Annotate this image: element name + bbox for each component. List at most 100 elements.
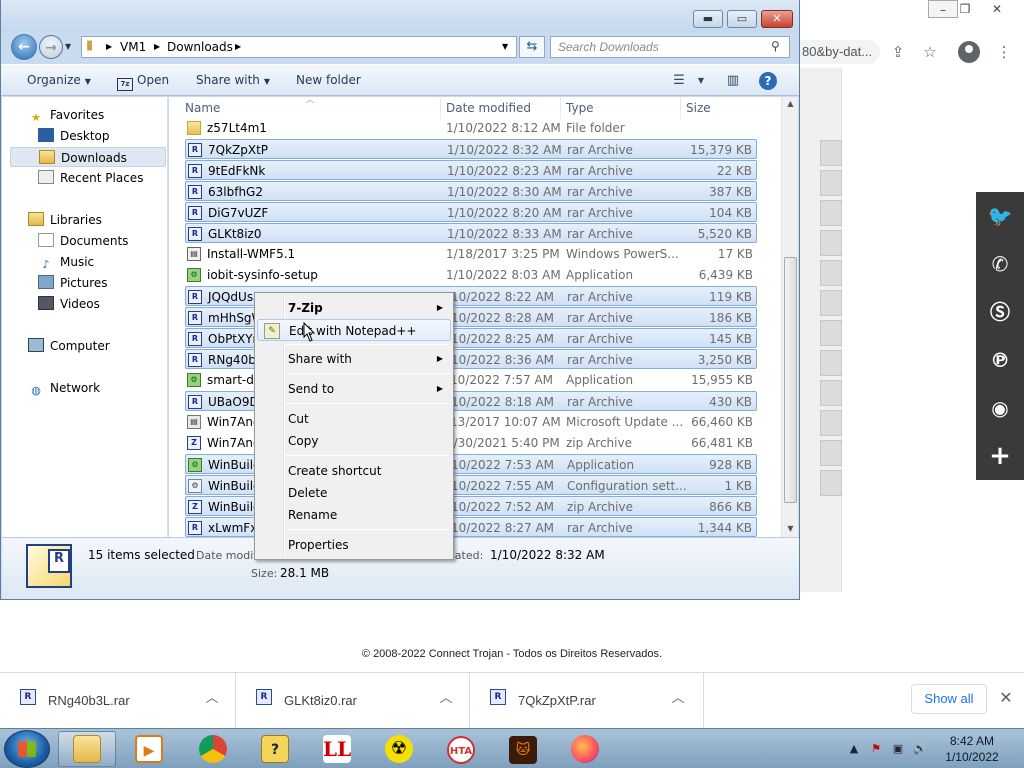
menu-item-rename[interactable]: Rename bbox=[257, 504, 451, 526]
breadcrumb-separator[interactable]: ▶ bbox=[106, 42, 112, 51]
videos-icon bbox=[38, 296, 54, 310]
search-input[interactable]: Search Downloads bbox=[550, 36, 790, 58]
profile-avatar[interactable] bbox=[958, 41, 980, 63]
forward-button[interactable]: → bbox=[39, 35, 63, 59]
close-icon[interactable]: ✕ bbox=[996, 688, 1016, 708]
column-divider[interactable] bbox=[440, 97, 441, 119]
file-row[interactable]: ▤ Install-WMF5.1 1/18/2017 3:25 PM Windows … bbox=[185, 244, 757, 264]
taskbar-cat-button[interactable]: 🐱 bbox=[494, 731, 552, 767]
minimize-button[interactable]: ▬ bbox=[693, 10, 723, 28]
twitter-icon[interactable]: 🐦 bbox=[976, 192, 1024, 240]
browser-close-button[interactable]: ✕ bbox=[982, 0, 1012, 18]
file-row[interactable]: R 63lbfhG2 1/10/2022 8:30 AM rar Archive 387… bbox=[185, 181, 757, 201]
volume-icon[interactable]: 🔊 bbox=[912, 741, 928, 757]
taskbar-radioactive-button[interactable]: ☢ bbox=[370, 731, 428, 767]
file-date: 1/18/2017 3:25 PM bbox=[446, 247, 560, 261]
search-icon[interactable]: ⚲ bbox=[771, 39, 785, 53]
taskbar-explorer-button[interactable] bbox=[58, 731, 116, 767]
menu-item-edit-notepad[interactable]: ✎ Edit with Notepad++ bbox=[257, 319, 451, 341]
file-row[interactable]: R GLKt8iz0 1/10/2022 8:33 AM rar Archive 5,5… bbox=[185, 223, 757, 243]
download-item[interactable]: R 7QkZpXtP.rar ︿ bbox=[470, 673, 704, 729]
file-row[interactable]: R 7QkZpXtP 1/10/2022 8:32 AM rar Archive 15,… bbox=[185, 139, 757, 159]
download-item[interactable]: R RNg40b3L.rar ︿ bbox=[0, 673, 236, 729]
menu-item-properties[interactable]: Properties bbox=[257, 534, 451, 556]
recent-pages-dropdown[interactable]: ▼ bbox=[65, 42, 71, 51]
start-button[interactable] bbox=[4, 730, 50, 768]
show-hidden-icons[interactable]: ▲ bbox=[846, 741, 862, 757]
nav-libraries[interactable]: Libraries bbox=[28, 210, 192, 230]
vertical-scrollbar[interactable]: ▲ ▼ bbox=[781, 97, 798, 537]
reddit-icon[interactable]: ◉ bbox=[976, 384, 1024, 432]
browser-restore-button[interactable]: ❐ bbox=[950, 0, 980, 18]
column-divider[interactable] bbox=[560, 97, 561, 119]
nav-network[interactable]: ◍ Network bbox=[28, 378, 192, 398]
chevron-up-icon[interactable]: ︿ bbox=[436, 689, 456, 709]
column-header-size[interactable]: Size bbox=[686, 101, 711, 115]
close-button[interactable]: ✕ bbox=[761, 10, 793, 28]
more-share-icon[interactable]: + bbox=[976, 432, 1024, 480]
zip-file-icon: Z bbox=[187, 436, 201, 450]
scroll-down-arrow[interactable]: ▼ bbox=[784, 522, 797, 536]
browser-menu-icon[interactable]: ⋮ bbox=[992, 40, 1016, 64]
address-bar[interactable]: 80&by-dat... bbox=[800, 40, 880, 64]
download-item[interactable]: R GLKt8iz0.rar ︿ bbox=[236, 673, 470, 729]
menu-item-send-to[interactable]: Send to ▶ bbox=[257, 378, 451, 400]
back-button[interactable]: ← bbox=[11, 34, 37, 60]
share-with-button[interactable]: Share with ▼ bbox=[196, 73, 270, 87]
help-icon[interactable]: ? bbox=[759, 72, 777, 90]
breadcrumb-item[interactable]: Downloads bbox=[167, 40, 233, 54]
pinterest-icon[interactable]: ℗ bbox=[976, 336, 1024, 384]
menu-item-create-shortcut[interactable]: Create shortcut bbox=[257, 460, 451, 482]
scroll-up-arrow[interactable]: ▲ bbox=[784, 97, 797, 111]
bookmark-star-icon[interactable]: ☆ bbox=[918, 40, 942, 64]
column-header-date[interactable]: Date modified bbox=[446, 101, 531, 115]
network-icon[interactable]: ▣ bbox=[890, 741, 906, 757]
menu-item-cut[interactable]: Cut bbox=[257, 408, 451, 430]
menu-item-delete[interactable]: Delete bbox=[257, 482, 451, 504]
menu-item-copy[interactable]: Copy bbox=[257, 430, 451, 452]
column-header-type[interactable]: Type bbox=[566, 101, 594, 115]
file-row[interactable]: R 9tEdFkNk 1/10/2022 8:23 AM rar Archive 22 … bbox=[185, 160, 757, 180]
file-row[interactable]: ⚙ iobit-sysinfo-setup 1/10/2022 8:03 AM App… bbox=[185, 265, 757, 285]
address-bar[interactable]: ▮ ▶ VM1 ▶ Downloads ▶ ▼ bbox=[81, 36, 517, 58]
menu-item-share-with[interactable]: Share with ▶ bbox=[257, 348, 451, 370]
address-dropdown[interactable]: ▼ bbox=[502, 42, 508, 51]
column-divider[interactable] bbox=[680, 97, 681, 119]
chevron-down-icon[interactable]: ▼ bbox=[691, 72, 711, 90]
skype-icon[interactable]: Ⓢ bbox=[976, 288, 1024, 336]
taskbar-hta-button[interactable]: HTA bbox=[432, 731, 490, 767]
scroll-thumb[interactable] bbox=[784, 257, 797, 503]
breadcrumb-separator[interactable]: ▶ bbox=[235, 42, 241, 51]
nav-computer[interactable]: Computer bbox=[28, 336, 192, 356]
new-folder-button[interactable]: New folder bbox=[296, 73, 361, 87]
view-options-icon[interactable]: ☰ bbox=[669, 72, 689, 90]
clock[interactable]: 8:42 AM 1/10/2022 bbox=[932, 733, 1012, 765]
menu-item-7zip[interactable]: 7-Zip ▶ bbox=[257, 297, 451, 319]
nav-favorites[interactable]: ★ Favorites bbox=[28, 105, 192, 125]
action-center-icon[interactable]: ⚑ bbox=[868, 741, 884, 757]
share-icon[interactable]: ⇪ bbox=[886, 40, 910, 64]
open-button[interactable]: 7z Open bbox=[117, 73, 169, 91]
taskbar-chrome-button[interactable] bbox=[184, 731, 242, 767]
organize-button[interactable]: Organize ▼ bbox=[27, 73, 91, 87]
breadcrumb-item[interactable]: VM1 bbox=[120, 40, 146, 54]
chevron-up-icon[interactable]: ︿ bbox=[668, 689, 688, 709]
file-row[interactable]: z57Lt4m1 1/10/2022 8:12 AM File folder bbox=[185, 118, 757, 138]
taskbar-firefox-button[interactable] bbox=[556, 731, 614, 767]
help-icon: ? bbox=[261, 735, 289, 763]
whatsapp-icon[interactable]: ✆ bbox=[976, 240, 1024, 288]
refresh-button[interactable]: ⇆ bbox=[519, 36, 545, 58]
taskbar-media-player-button[interactable]: ▶ bbox=[120, 731, 178, 767]
breadcrumb-separator[interactable]: ▶ bbox=[154, 42, 160, 51]
chevron-up-icon[interactable]: ︿ bbox=[202, 689, 222, 709]
taskbar-ll-button[interactable]: LL bbox=[308, 731, 366, 767]
column-header-name[interactable]: Name bbox=[185, 101, 220, 115]
file-row[interactable]: R DiG7vUZF 1/10/2022 8:20 AM rar Archive 104… bbox=[185, 202, 757, 222]
taskbar-help-button[interactable]: ? bbox=[246, 731, 304, 767]
clock-date: 1/10/2022 bbox=[945, 750, 999, 764]
window-titlebar[interactable]: ▬ ▭ ✕ bbox=[1, 0, 799, 32]
nav-downloads[interactable]: Downloads bbox=[10, 147, 166, 167]
preview-pane-icon[interactable]: ▥ bbox=[723, 72, 743, 90]
show-all-button[interactable]: Show all bbox=[911, 684, 987, 714]
maximize-button[interactable]: ▭ bbox=[727, 10, 757, 28]
